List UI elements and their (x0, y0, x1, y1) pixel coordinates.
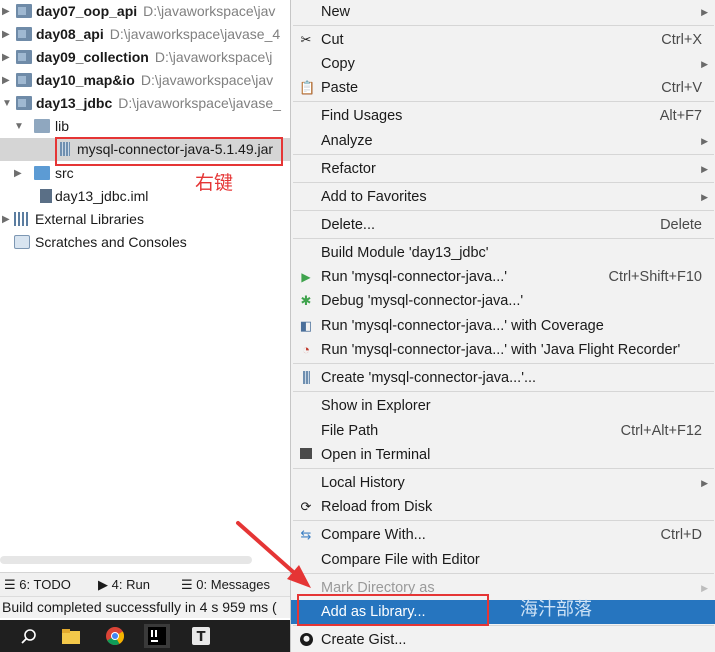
annotation-arrow (236, 521, 311, 588)
